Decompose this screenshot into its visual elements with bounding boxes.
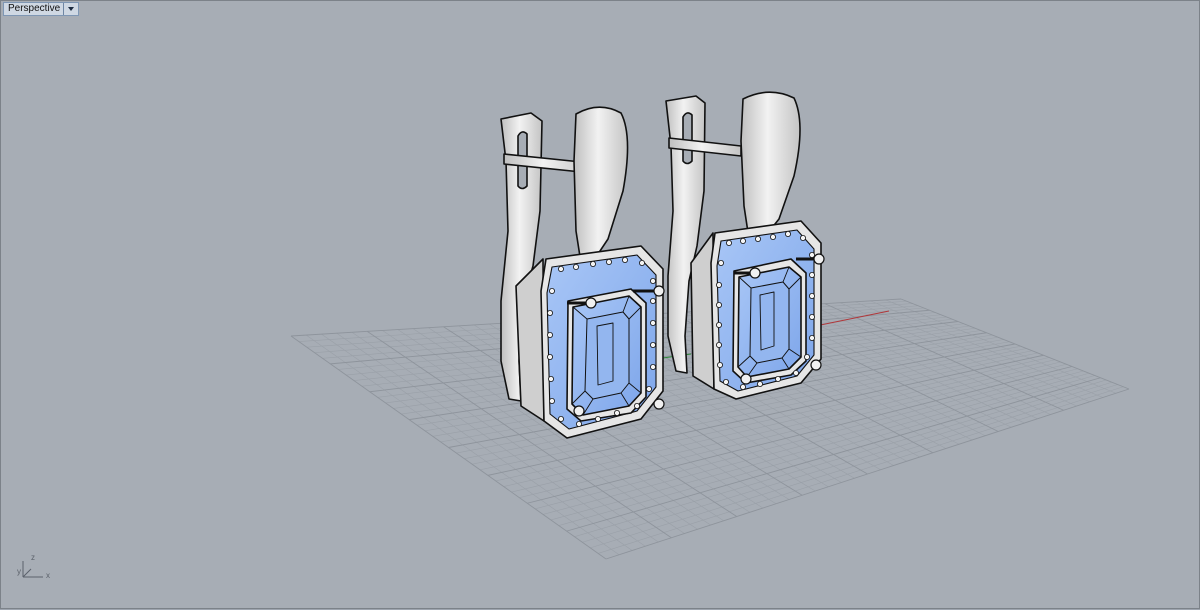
scene-canvas[interactable] xyxy=(1,1,1200,610)
lever-slot xyxy=(682,112,693,165)
world-axes-indicator xyxy=(22,561,43,578)
axis-y-label: y xyxy=(17,567,21,576)
earring-right[interactable] xyxy=(665,91,825,400)
earring-left[interactable] xyxy=(500,106,665,439)
front-post xyxy=(740,91,801,240)
axis-z-label: z xyxy=(31,553,35,562)
axis-x-label: x xyxy=(46,571,50,580)
perspective-viewport[interactable]: Perspective z y x xyxy=(0,0,1200,609)
stone-table xyxy=(749,281,790,364)
stone-table xyxy=(584,311,630,400)
grid-line xyxy=(605,388,1130,560)
halo-frame-side xyxy=(515,258,545,422)
front-post xyxy=(573,106,629,264)
